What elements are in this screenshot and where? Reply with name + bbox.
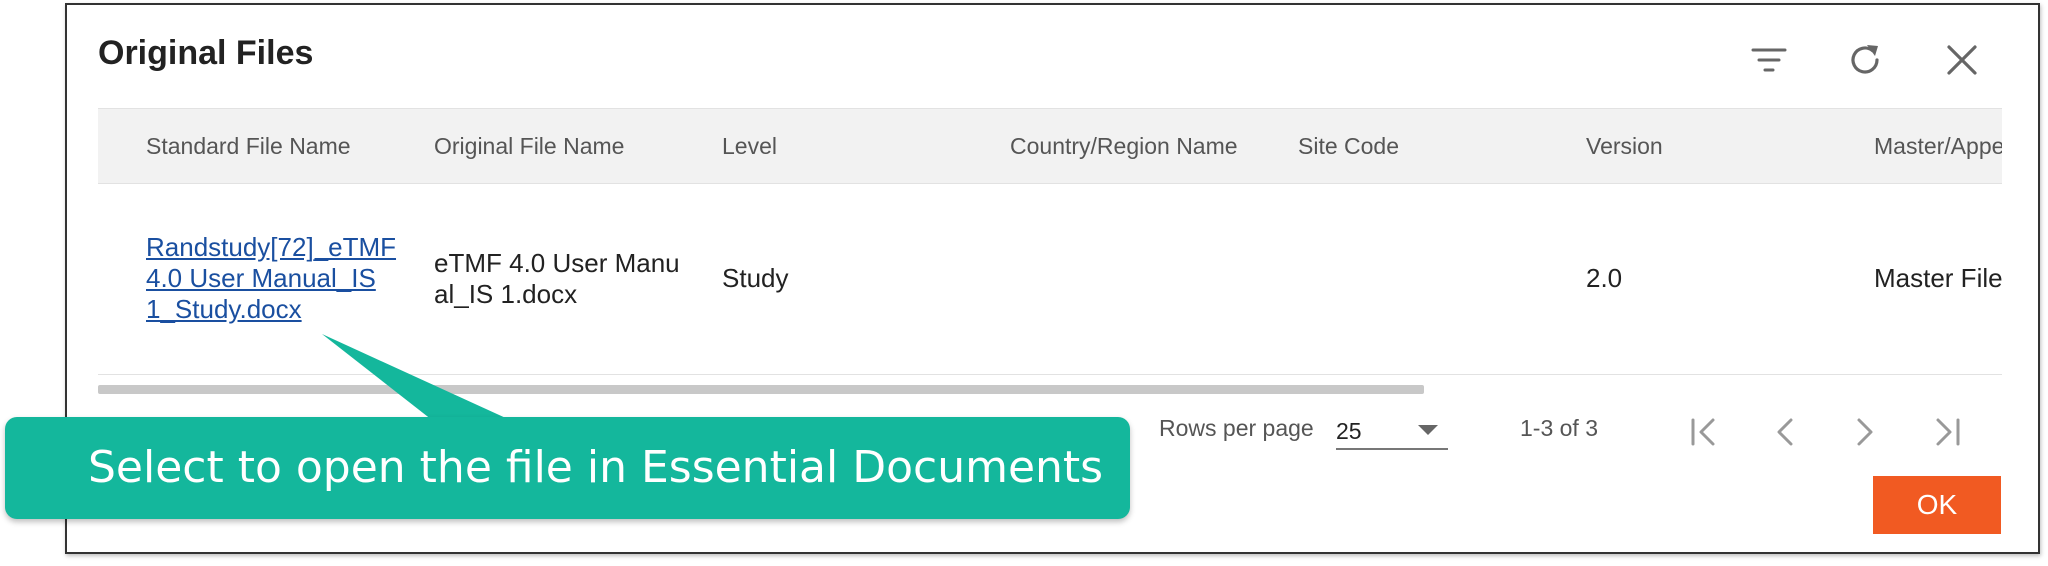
rows-per-page-select[interactable]: 25 xyxy=(1336,412,1448,450)
column-header-country-region-name[interactable]: Country/Region Name xyxy=(1010,109,1238,183)
rows-per-page-label: Rows per page xyxy=(1159,415,1314,441)
first-page-icon[interactable] xyxy=(1683,410,1727,454)
previous-page-icon[interactable] xyxy=(1763,410,1807,454)
cell-level: Study xyxy=(722,263,789,293)
dropdown-caret-icon xyxy=(1418,425,1438,435)
callout-text: Select to open the file in Essential Doc… xyxy=(88,442,1104,493)
last-page-icon[interactable] xyxy=(1924,410,1968,454)
cell-master-appendix: Master File xyxy=(1874,263,2002,293)
rows-per-page-value: 25 xyxy=(1336,418,1362,444)
column-header-site-code[interactable]: Site Code xyxy=(1298,109,1399,183)
close-icon[interactable] xyxy=(1940,38,1984,82)
filter-icon[interactable] xyxy=(1747,38,1791,82)
column-header-version[interactable]: Version xyxy=(1586,109,1663,183)
ok-button[interactable]: OK xyxy=(1873,476,2001,534)
callout-pointer xyxy=(322,334,510,420)
column-header-master-appendix[interactable]: Master/Appe xyxy=(1874,109,2002,183)
refresh-icon[interactable] xyxy=(1843,38,1887,82)
column-header-level[interactable]: Level xyxy=(722,109,777,183)
tooltip-callout: Select to open the file in Essential Doc… xyxy=(5,417,1130,519)
pagination-range: 1-3 of 3 xyxy=(1520,415,1598,441)
cell-version: 2.0 xyxy=(1586,263,1623,293)
next-page-icon[interactable] xyxy=(1843,410,1887,454)
